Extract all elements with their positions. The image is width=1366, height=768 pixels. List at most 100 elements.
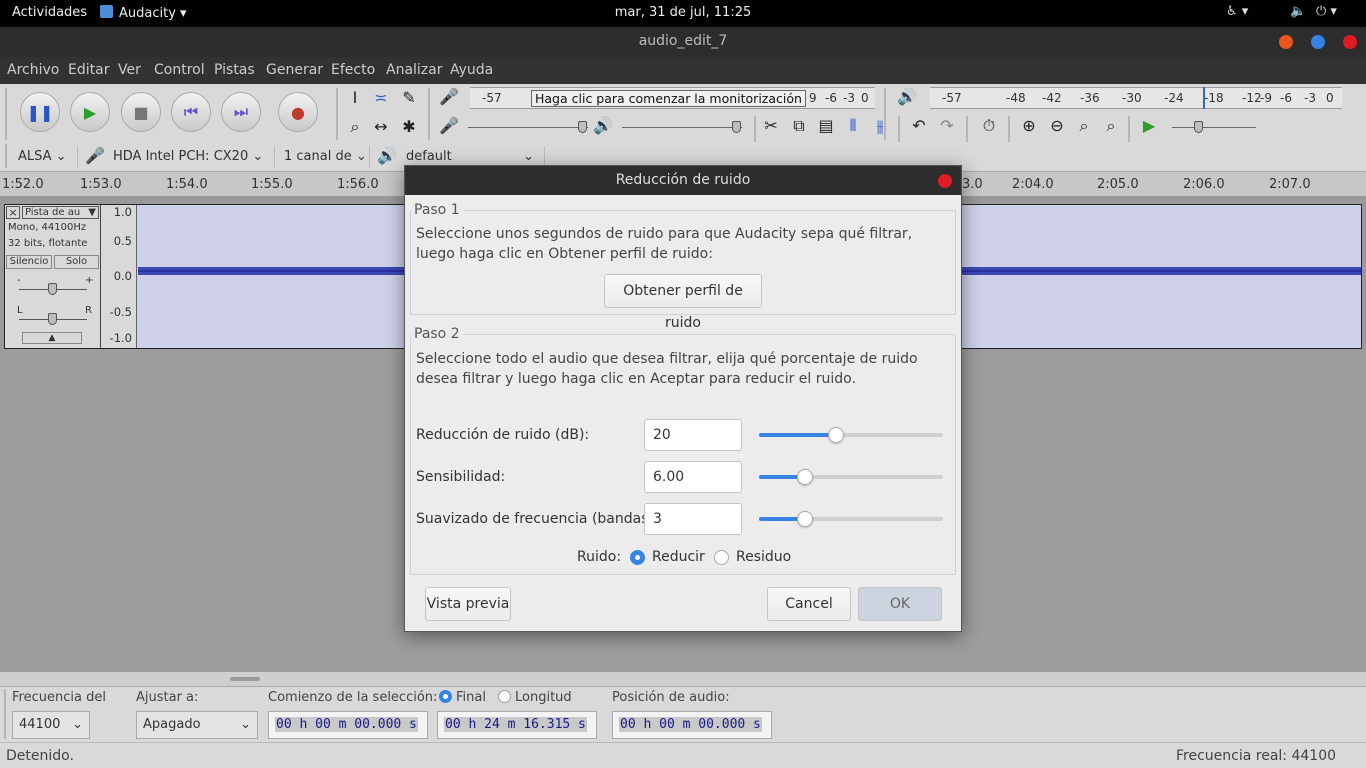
slider-knob[interactable] [828,427,844,443]
sensitivity-slider[interactable] [759,469,943,485]
input-device-select[interactable]: HDA Intel PCH: CX20 ⌄ [107,146,275,168]
output-volume-thumb[interactable] [732,121,741,133]
noise-reduction-slider[interactable] [759,427,943,443]
cancel-button[interactable]: Cancel [767,587,851,621]
audio-position-time[interactable]: 00 h 00 m 00.000 s [612,711,772,739]
draw-tool-icon[interactable]: ✎ [398,88,420,107]
collapse-track-icon[interactable]: ▲ [22,332,82,344]
zoom-out-icon[interactable]: ⊖ [1046,116,1068,135]
end-radio[interactable]: Final [439,690,486,705]
scrollbar-thumb[interactable] [230,677,260,681]
ruler-label: 1.0 [113,205,132,219]
residue-radio-label[interactable]: Residuo [736,549,791,565]
audio-host-select[interactable]: ALSA ⌄ [12,146,78,168]
cut-icon[interactable]: ✂ [760,116,782,135]
accessibility-icon[interactable]: ♿ ▾ [1226,4,1248,19]
snap-select[interactable]: Apagado ⌄ [136,711,258,739]
multi-tool-icon[interactable]: ✱ [398,117,420,136]
gain-plus-label: + [85,275,94,286]
fit-selection-icon[interactable]: ⌕ [1073,116,1095,136]
output-volume-slider[interactable] [622,127,742,128]
pan-thumb[interactable] [48,313,57,325]
playback-meter-icon[interactable]: 🔊 [896,87,918,106]
envelope-tool-icon[interactable]: ≍ [370,88,392,107]
minimize-button[interactable] [1279,35,1293,49]
stop-button[interactable]: ■ [121,92,161,132]
timeshift-tool-icon[interactable]: ↔ [370,117,392,136]
dialog-close-button[interactable] [938,174,952,188]
toolbar-grip[interactable] [4,689,6,739]
preview-button[interactable]: Vista previa [425,587,511,621]
toolbar-grip[interactable] [5,144,7,168]
menu-ayuda[interactable]: Ayuda [450,62,493,78]
reduce-radio-label[interactable]: Reducir [652,549,705,565]
sync-lock-icon[interactable]: ⏱ [978,116,1000,136]
pause-button[interactable]: ❚❚ [20,92,60,132]
menu-efecto[interactable]: Efecto [331,62,375,78]
maximize-button[interactable] [1311,35,1325,49]
residue-radio[interactable] [714,550,729,565]
menu-archivo[interactable]: Archivo [7,62,59,78]
get-noise-profile-button[interactable]: Obtener perfil de ruido [604,274,762,331]
frequency-smoothing-slider[interactable] [759,511,943,527]
toolbar-grip[interactable] [5,88,7,140]
gnome-top-bar: Actividades Audacity ▾ mar, 31 de jul, 1… [0,0,1366,27]
menu-analizar[interactable]: Analizar [386,62,443,78]
input-volume-thumb[interactable] [578,121,587,133]
track-close-icon[interactable]: × [6,206,20,219]
play-speed-slider[interactable] [1172,127,1256,128]
menu-control[interactable]: Control [154,62,205,78]
playback-meter[interactable]: -57 -48 -42 -36 -30 -24 -18 -12 -9 -6 -3… [930,87,1342,109]
selection-start-time[interactable]: 00 h 00 m 00.000 s [268,711,428,739]
slider-knob[interactable] [797,511,813,527]
redo-icon[interactable]: ↷ [936,116,958,135]
step2-legend: Paso 2 [414,326,460,342]
menu-ver[interactable]: Ver [118,62,141,78]
copy-icon[interactable]: ⧉ [788,116,810,136]
menu-generar[interactable]: Generar [266,62,323,78]
status-bar: Detenido. Frecuencia real: 44100 [0,742,1366,768]
record-button[interactable]: ● [278,92,318,132]
gain-thumb[interactable] [48,283,57,295]
track-name-menu[interactable]: Pista de au ▼ [22,206,99,219]
play-button[interactable]: ▶ [70,92,110,132]
trim-icon[interactable]: ⫴ [842,116,864,136]
vertical-ruler[interactable]: 1.0 0.5 0.0 -0.5 -1.0 [101,205,137,348]
menu-pistas[interactable]: Pistas [214,62,255,78]
selection-tool-icon[interactable]: I [344,88,366,107]
project-rate-select[interactable]: 44100 ⌄ [12,711,90,739]
pan-left-label: L [17,305,23,316]
silence-icon[interactable]: ⫵ [869,116,891,136]
monitor-prompt[interactable]: Haga clic para comenzar la monitorizació… [531,90,806,107]
slider-knob[interactable] [797,469,813,485]
fit-project-icon[interactable]: ⌕ [1100,116,1122,136]
clock[interactable]: mar, 31 de jul, 11:25 [0,5,1366,20]
selection-end-time[interactable]: 00 h 24 m 16.315 s [437,711,597,739]
noise-reduction-input[interactable]: 20 [644,419,742,451]
frequency-smoothing-input[interactable]: 3 [644,503,742,535]
mute-button[interactable]: Silencio [6,255,52,269]
sensitivity-input[interactable]: 6.00 [644,461,742,493]
play-at-speed-icon[interactable]: ▶ [1138,116,1160,135]
reduce-radio[interactable] [630,550,645,565]
length-radio[interactable]: Longitud [498,690,572,705]
horizontal-scrollbar[interactable] [0,672,1366,686]
input-volume-slider[interactable] [468,127,588,128]
undo-icon[interactable]: ↶ [908,116,930,135]
selection-toolbar: Frecuencia del 44100 ⌄ Ajustar a: Apagad… [0,686,1366,742]
zoom-tool-icon[interactable]: ⌕ [344,117,366,137]
paste-icon[interactable]: ▤ [815,116,837,135]
zoom-in-icon[interactable]: ⊕ [1018,116,1040,135]
ok-button[interactable]: OK [858,587,942,621]
close-window-button[interactable] [1343,35,1357,49]
volume-icon[interactable]: 🔈 [1290,4,1306,19]
solo-button[interactable]: Solo [54,255,99,269]
skip-end-button[interactable]: ⏭ [221,92,261,132]
channels-select[interactable]: 1 canal de ⌄ [278,146,370,168]
menu-editar[interactable]: Editar [68,62,109,78]
power-icon[interactable]: ⏻ ▾ [1316,4,1337,19]
play-speed-thumb[interactable] [1194,121,1203,133]
skip-start-button[interactable]: ⏮ [171,92,211,132]
record-meter-icon[interactable]: 🎤 [438,87,460,106]
ruler-label: 0.0 [113,269,132,283]
